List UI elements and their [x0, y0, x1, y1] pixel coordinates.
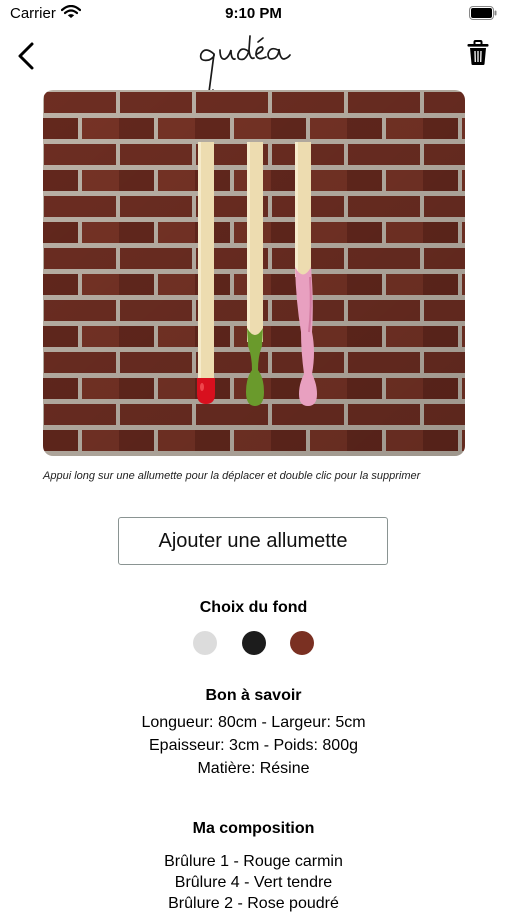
chevron-left-icon [12, 36, 42, 72]
swatch-brick[interactable] [290, 631, 314, 655]
back-button[interactable] [12, 36, 42, 72]
background-swatches [0, 631, 507, 657]
composition-line: Brûlure 2 - Rose poudré [0, 895, 507, 913]
match-3[interactable] [292, 142, 322, 408]
info-title: Bon à savoir [0, 687, 507, 705]
battery-icon [469, 6, 497, 24]
match-2[interactable] [242, 142, 268, 408]
composition-line: Brûlure 4 - Vert tendre [0, 874, 507, 892]
info-line: Longueur: 80cm - Largeur: 5cm [0, 714, 507, 732]
status-bar: Carrier 9:10 PM [0, 0, 507, 28]
match-1[interactable] [193, 142, 219, 408]
composition-title: Ma composition [0, 820, 507, 838]
composition-preview [43, 90, 465, 456]
delete-button[interactable] [466, 40, 490, 66]
swatch-light-gray[interactable] [193, 631, 217, 655]
info-line: Epaisseur: 3cm - Poids: 800g [0, 737, 507, 755]
background-choice-title: Choix du fond [0, 599, 507, 617]
hint-text: Appui long sur une allumette pour la dép… [43, 469, 473, 483]
info-line: Matière: Résine [0, 760, 507, 778]
add-match-button[interactable]: Ajouter une allumette [118, 517, 388, 565]
swatch-black[interactable] [242, 631, 266, 655]
trash-icon [466, 40, 490, 66]
clock: 9:10 PM [0, 5, 507, 22]
composition-line: Brûlure 1 - Rouge carmin [0, 853, 507, 871]
nav-bar [0, 30, 507, 90]
